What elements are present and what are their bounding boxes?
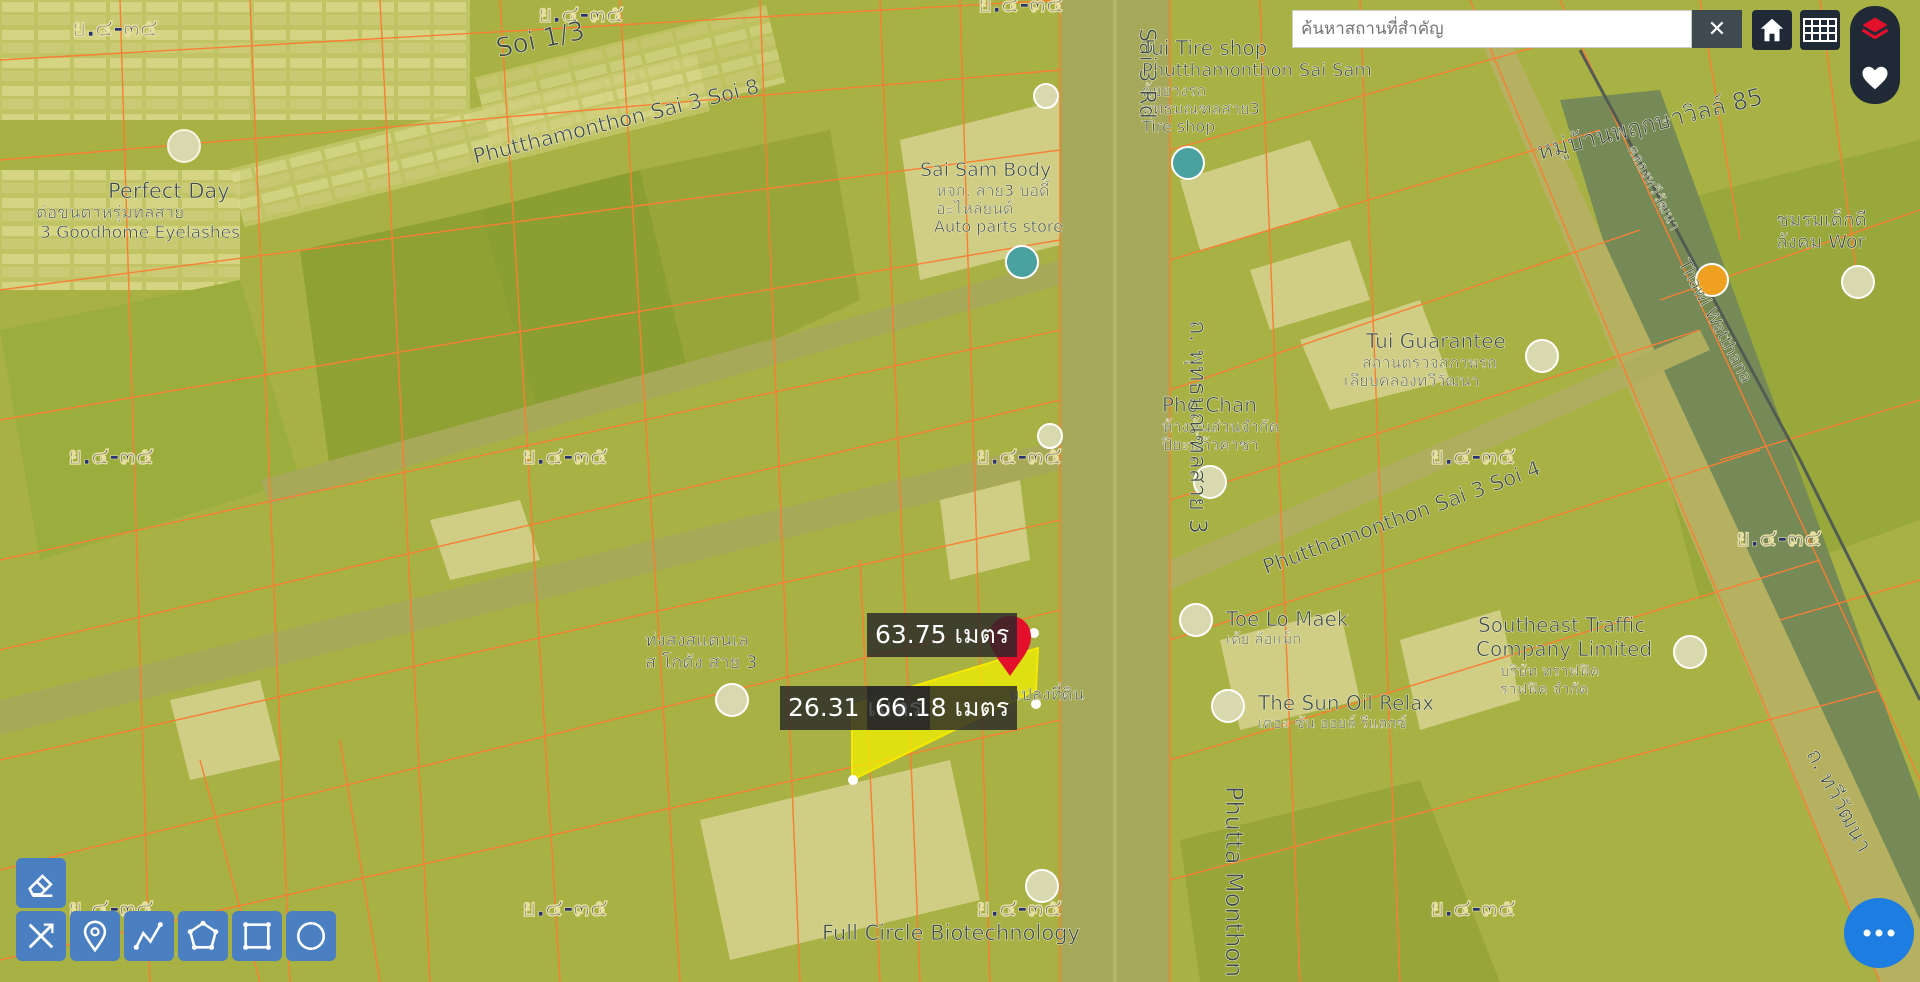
heart-icon — [1862, 66, 1888, 90]
place-label: Southeast Traffic — [1478, 613, 1645, 637]
zoning-label: ย.๔-๓๕ — [976, 894, 1062, 922]
place-label: เดอะ ซัน ออยล์ รีแลกซ์ — [1258, 714, 1407, 732]
measurement-label: 63.75 เมตร — [867, 613, 1018, 657]
search-input[interactable] — [1293, 11, 1691, 47]
zoning-label: ย.๔-๓๕ — [522, 894, 608, 922]
grid-icon — [1803, 18, 1837, 42]
place-label: Company Limited — [1476, 637, 1652, 661]
place-label: Sai Sam Body — [920, 159, 1051, 181]
place-label: Phutthamonthon Sai Sam — [1142, 60, 1372, 81]
place-label: บริษัท ทราฟฟิค — [1500, 662, 1600, 680]
place-label: หจก. สาย3 บอดี้ — [936, 179, 1051, 200]
circle-icon — [296, 921, 326, 951]
clear-search-button[interactable]: ✕ — [1692, 10, 1742, 48]
plot-vertex[interactable] — [848, 775, 858, 785]
home-icon — [1760, 18, 1784, 42]
layers-button[interactable] — [1850, 6, 1900, 54]
zoning-label: ย.๔-๓๕ — [72, 14, 158, 42]
place-label: ลังคม Wor — [1776, 231, 1865, 253]
place-label: เลียบคลองทวีวัฒนา — [1344, 371, 1480, 390]
measurement-label: 66.18 เมตร — [867, 686, 1018, 730]
zoning-label: ย.๔-๓๕ — [1430, 442, 1516, 470]
zoning-label: ย.๔-๓๕ — [976, 442, 1062, 470]
search-bar — [1292, 10, 1692, 48]
street-label: Phutta Monthon — [1220, 786, 1248, 977]
place-label: ต่อขนตาหรุ่มทลสาย — [36, 203, 184, 223]
place-label: เต้ย ล้อแม็ก — [1226, 629, 1301, 648]
place-label: Full Circle Biotechnology — [822, 921, 1080, 945]
favorite-button[interactable] — [1850, 54, 1900, 102]
polyline-tool-button[interactable] — [124, 911, 174, 961]
eraser-button[interactable] — [16, 858, 66, 908]
place-label: Perfect Day — [108, 179, 230, 203]
polygon-icon — [187, 920, 219, 950]
place-label: Toe Lo Maek — [1225, 607, 1349, 631]
place-label: Tire shop — [1141, 117, 1215, 136]
zoning-label: ย.๔-๓๕ — [522, 442, 608, 470]
place-label: ห้างหุ้นส่วนจำกัด — [1162, 417, 1279, 437]
place-label: ราฟฟิค จำกัด — [1500, 680, 1589, 698]
place-label: ท่งสงสแตนเล — [645, 630, 749, 651]
more-icon — [1863, 929, 1895, 937]
rectangle-tool-button[interactable] — [232, 911, 282, 961]
clear-tools-button[interactable] — [16, 911, 66, 961]
zoning-label: ย.๔-๓๕ — [978, 0, 1064, 18]
pin-icon — [83, 920, 107, 953]
zoning-label: ย.๔-๓๕ — [1430, 894, 1516, 922]
home-button[interactable] — [1752, 10, 1792, 50]
zoning-label: ย.๔-๓๕ — [68, 442, 154, 470]
place-label: The Sun Oil Relax — [1257, 691, 1434, 715]
layers-icon — [1861, 17, 1889, 40]
circle-tool-button[interactable] — [286, 911, 336, 961]
pin-tool-button[interactable] — [70, 911, 120, 961]
more-button[interactable] — [1844, 898, 1914, 968]
place-label: สถานตรวจสภาพรถ — [1362, 353, 1497, 372]
place-label: อะไหล่ยนต์ — [936, 199, 1013, 218]
zoning-label: ย.๔-๓๕ — [1736, 524, 1822, 552]
place-label: ส โกดัง สาย 3 — [645, 651, 757, 673]
eraser-icon — [28, 874, 53, 898]
place-label: แปลงที่ดิน — [1010, 682, 1085, 705]
place-label: Auto parts store — [934, 217, 1063, 236]
place-label: Tui Guarantee — [1365, 329, 1506, 353]
street-label: Sai 3 Rd — [1134, 28, 1159, 119]
grid-button[interactable] — [1800, 10, 1840, 50]
map-canvas[interactable]: ย.๔-๓๕ ย.๔-๓๕ ย.๔-๓๕ ย.๔-๓๕ ย.๔-๓๕ ย.๔-๓… — [0, 0, 1920, 982]
polyline-icon — [133, 922, 163, 950]
street-label: ถ. พุทธมณฑลสาย 3 — [1183, 320, 1212, 534]
clear-tools-icon — [28, 923, 54, 949]
polygon-tool-button[interactable] — [178, 911, 228, 961]
place-label: ชมรมเด็กดี — [1776, 207, 1867, 231]
place-label: 3 Goodhome Eyelashes — [40, 223, 240, 243]
rectangle-icon — [243, 922, 271, 950]
